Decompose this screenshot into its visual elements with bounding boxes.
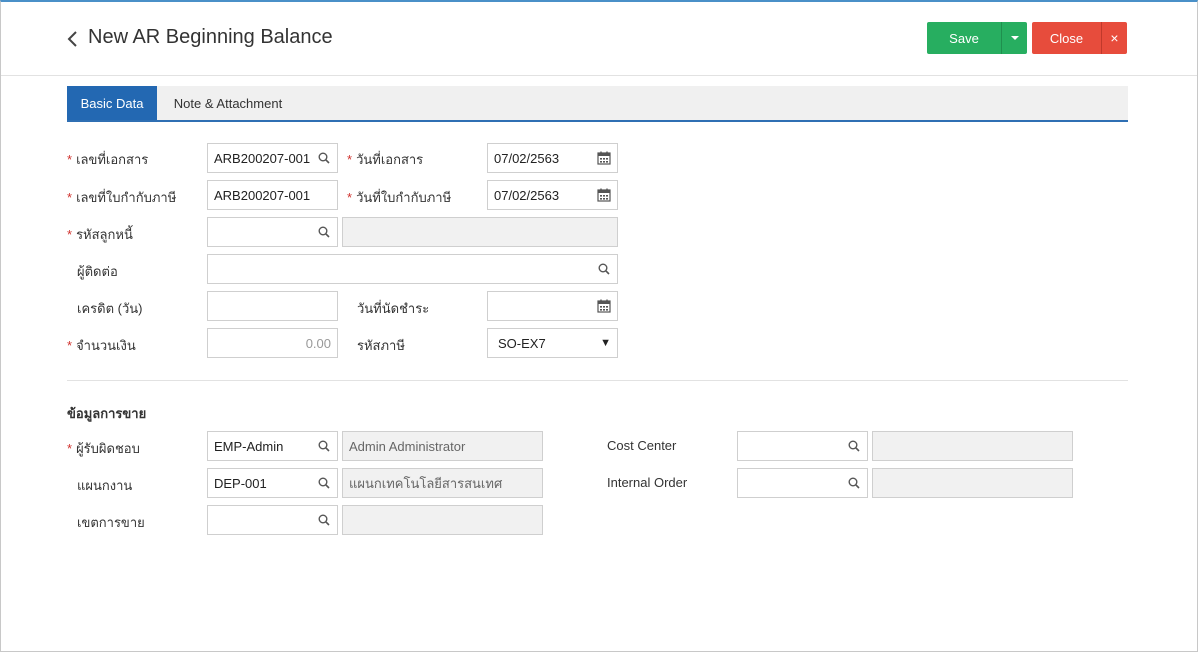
credit-days-label: เครดิต (วัน) <box>77 301 143 316</box>
responsible-label: * ผู้รับผิดชอบ <box>67 441 140 456</box>
department-input[interactable]: DEP-001 <box>207 468 338 498</box>
internal-order-name-display <box>872 468 1073 498</box>
cost-center-input[interactable] <box>737 431 868 461</box>
due-date-input[interactable] <box>487 291 618 321</box>
search-icon[interactable] <box>847 439 861 453</box>
window-frame: New AR Beginning Balance Save Close × Ba… <box>0 0 1198 652</box>
doc-no-input[interactable]: ARB200207-001 <box>207 143 338 173</box>
search-icon[interactable] <box>317 151 331 165</box>
search-icon[interactable] <box>597 262 611 276</box>
calendar-icon[interactable] <box>597 188 611 202</box>
department-name-display: แผนกเทคโนโลยีสารสนเทศ <box>342 468 543 498</box>
doc-date-input[interactable]: 07/02/2563 <box>487 143 618 173</box>
internal-order-input[interactable] <box>737 468 868 498</box>
credit-days-input[interactable] <box>207 291 338 321</box>
cost-center-name-display <box>872 431 1073 461</box>
responsible-name-display: Admin Administrator <box>342 431 543 461</box>
debtor-code-input[interactable] <box>207 217 338 247</box>
save-options-button[interactable] <box>1001 22 1027 54</box>
page-header: New AR Beginning Balance Save Close × <box>1 2 1197 76</box>
cost-center-label: Cost Center <box>607 438 677 453</box>
tax-code-label: รหัสภาษี <box>357 338 405 353</box>
close-button-group: Close × <box>1032 22 1127 54</box>
tab-basic-data[interactable]: Basic Data <box>67 86 157 120</box>
sales-area-label: เขตการขาย <box>77 515 145 530</box>
contact-input[interactable] <box>207 254 618 284</box>
search-icon[interactable] <box>317 476 331 490</box>
page-title: New AR Beginning Balance <box>88 26 333 48</box>
sales-area-name-display <box>342 505 543 535</box>
search-icon[interactable] <box>317 225 331 239</box>
debtor-code-label: * รหัสลูกหนี้ <box>67 227 133 242</box>
caret-down-icon: ▼ <box>600 337 611 349</box>
search-icon[interactable] <box>317 513 331 527</box>
tab-note-attachment[interactable]: Note & Attachment <box>157 86 299 120</box>
doc-date-label: * วันที่เอกสาร <box>347 152 424 167</box>
department-label: แผนกงาน <box>77 478 133 493</box>
tax-inv-no-input[interactable]: ARB200207-001 <box>207 180 338 210</box>
search-icon[interactable] <box>317 439 331 453</box>
tax-code-select[interactable]: SO-EX7 ▼ <box>487 328 618 358</box>
responsible-input[interactable]: EMP-Admin <box>207 431 338 461</box>
debtor-name-display <box>342 217 618 247</box>
tax-inv-no-label: * เลขที่ใบกำกับภาษี <box>67 190 177 205</box>
tax-inv-date-input[interactable]: 07/02/2563 <box>487 180 618 210</box>
calendar-icon[interactable] <box>597 151 611 165</box>
internal-order-label: Internal Order <box>607 475 688 490</box>
close-x-button[interactable]: × <box>1101 22 1127 54</box>
sales-section-title: ข้อมูลการขาย <box>67 406 147 421</box>
amount-input[interactable]: 0.00 <box>207 328 338 358</box>
sales-area-input[interactable] <box>207 505 338 535</box>
save-button[interactable]: Save <box>927 22 1001 54</box>
save-button-group: Save <box>927 22 1027 54</box>
contact-label: ผู้ติดต่อ <box>77 264 118 279</box>
tab-bar: Basic Data Note & Attachment <box>67 86 1128 122</box>
close-button[interactable]: Close <box>1032 22 1101 54</box>
tax-inv-date-label: * วันที่ใบกำกับภาษี <box>347 190 452 205</box>
chevron-left-icon[interactable] <box>65 30 81 48</box>
section-divider <box>67 380 1128 381</box>
doc-no-label: * เลขที่เอกสาร <box>67 152 149 167</box>
amount-label: * จำนวนเงิน <box>67 338 136 353</box>
calendar-icon[interactable] <box>597 299 611 313</box>
search-icon[interactable] <box>847 476 861 490</box>
due-date-label: วันที่นัดชำระ <box>357 301 430 316</box>
caret-down-icon <box>1010 36 1019 40</box>
